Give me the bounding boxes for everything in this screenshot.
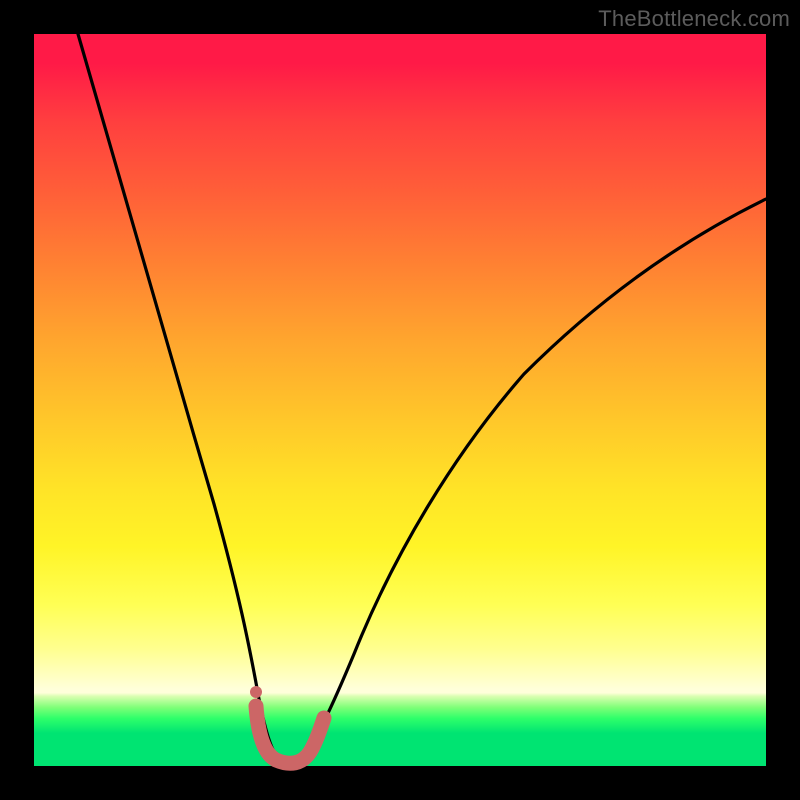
chart-frame: TheBottleneck.com <box>0 0 800 800</box>
plot-area <box>34 34 766 766</box>
valley-start-dot <box>250 686 262 698</box>
valley-marker-arc <box>256 706 324 763</box>
watermark-text: TheBottleneck.com <box>598 6 790 32</box>
bottleneck-curve <box>34 34 766 766</box>
